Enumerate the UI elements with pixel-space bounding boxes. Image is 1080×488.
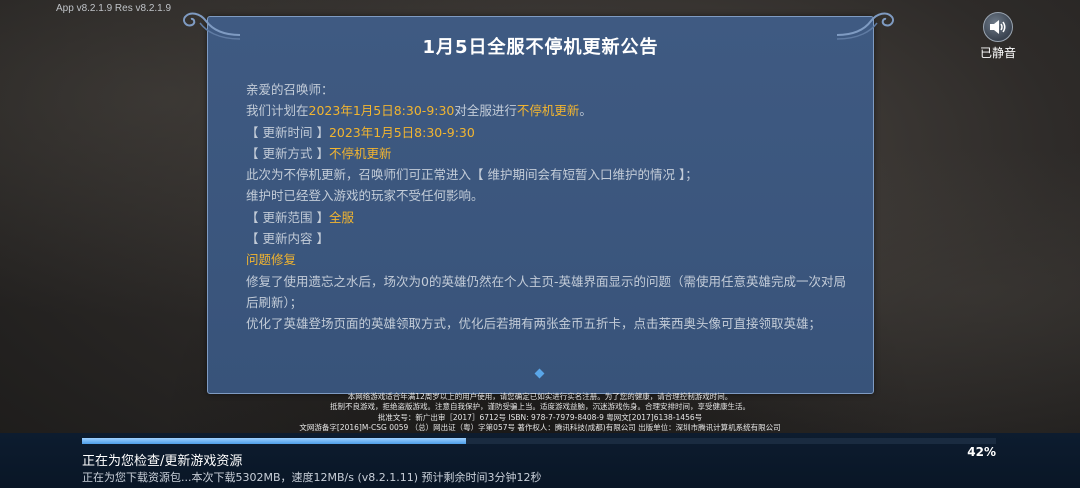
update-method-line: 【 更新方式 】不停机更新	[246, 145, 392, 161]
legal-line-1: 本网络游戏适合年满12周岁以上的用户使用，请您确定已如实进行实名注册。为了您的健…	[347, 392, 733, 401]
legal-line-4: 文网游备字[2016]M-CSG 0059 （总）网出证（粤）字第057号 著作…	[299, 422, 781, 432]
fix-item-2: 优化了英雄登场页面的英雄领取方式，优化后若拥有两张金币五折卡，点击莱西奥头像可直…	[246, 316, 822, 332]
progress-track	[82, 438, 996, 444]
update-scope-line: 【 更新范围 】全服	[246, 209, 354, 225]
greeting: 亲爱的召唤师：	[246, 82, 334, 97]
description-line-1: 此次为不停机更新，召唤师们可正常进入【 维护期间会有短暂入口维护的情况 】；	[246, 167, 698, 183]
legal-line-3: 批准文号：新广出审［2017］6712号 ISBN: 978-7-7979-84…	[377, 412, 703, 422]
legal-line-2: 抵制不良游戏，拒绝盗版游戏。注意自我保护，谨防受骗上当。适度游戏益脑，沉迷游戏伤…	[330, 402, 750, 412]
version-label: App v8.2.1.9 Res v8.2.1.9	[56, 3, 172, 14]
page-indicator-dot	[534, 368, 545, 379]
announcement-title: 1月5日全服不停机更新公告	[422, 37, 659, 58]
description-line-2: 维护时已经登入游戏的玩家不受任何影响。	[246, 188, 484, 204]
progress-fill	[82, 438, 466, 444]
status-detail-text: 正在为您下载资源包...本次下载5302MB，速度12MB/s (v8.2.1.…	[82, 471, 542, 484]
fix-heading: 问题修复	[246, 252, 297, 268]
status-main-text: 正在为您检查/更新游戏资源	[82, 454, 243, 469]
announcement-body[interactable]: 亲爱的召唤师： 我们计划在2023年1月5日8:30-9:30对全服进行不停机更…	[246, 79, 846, 369]
update-time-line: 【 更新时间 】2023年1月5日8:30-9:30	[246, 124, 475, 140]
speaker-icon	[983, 12, 1013, 42]
progress-percent: 42%	[967, 445, 996, 459]
legal-notice: 本网络游戏适合年满12周岁以上的用户使用，请您确定已如实进行实名注册。为了您的健…	[0, 392, 1080, 433]
announcement-panel: 1月5日全服不停机更新公告 亲爱的召唤师： 我们计划在2023年1月5日8:30…	[182, 12, 895, 394]
mute-label: 已静音	[979, 46, 1016, 60]
fix-item-1: 修复了使用遗忘之水后，场次为0的英雄仍然在个人主页-英雄界面显示的问题（需使用任…	[246, 273, 846, 310]
mute-button[interactable]: 已静音	[978, 12, 1018, 61]
download-status-bar: 42% 正在为您检查/更新游戏资源 正在为您下载资源包...本次下载5302MB…	[0, 433, 1080, 488]
plan-line: 我们计划在2023年1月5日8:30-9:30对全服进行不停机更新。	[246, 103, 592, 119]
update-content-label: 【 更新内容 】	[246, 231, 329, 247]
